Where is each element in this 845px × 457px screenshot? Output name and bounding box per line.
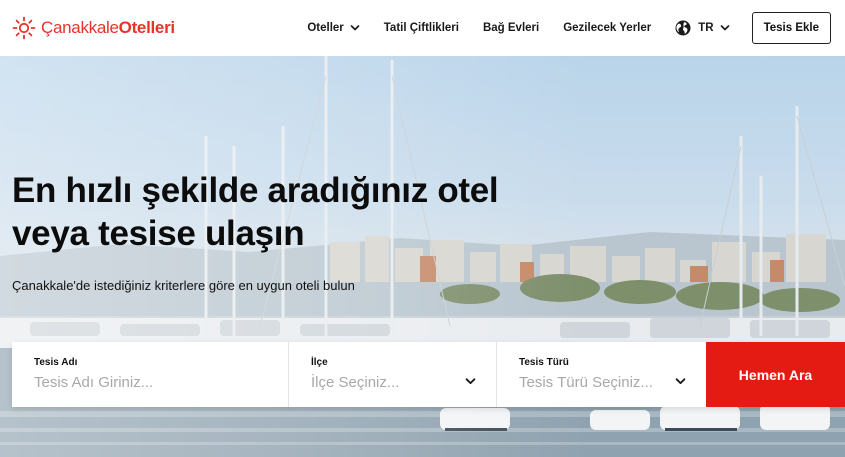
hero-headline-line2: veya tesise ulaşın xyxy=(12,214,305,253)
nav-item-label: Tatil Çiftlikleri xyxy=(383,22,459,34)
search-submit-button[interactable]: Hemen Ara xyxy=(706,342,845,407)
main-nav: Oteller Tatil Çiftlikleri Bağ Evleri Gez… xyxy=(307,12,831,44)
hero-section: En hızlı şekilde aradığınız otel veya te… xyxy=(0,56,845,457)
chevron-down-icon xyxy=(465,378,476,385)
nav-item-label: Oteller xyxy=(307,22,344,34)
language-selector[interactable]: TR xyxy=(675,20,729,36)
sun-icon xyxy=(12,16,36,40)
chevron-down-icon xyxy=(720,25,729,31)
brand-name-part2: Otelleri xyxy=(118,18,175,37)
property-name-label: Tesis Adı xyxy=(34,357,78,368)
language-label: TR xyxy=(698,22,714,34)
brand-logo[interactable]: Çanakkale Otelleri xyxy=(12,16,175,40)
property-name-field[interactable]: Tesis Adı xyxy=(12,342,289,407)
nav-item-label: Bağ Evleri xyxy=(482,22,540,34)
nav-item-tatil-ciftlikleri[interactable]: Tatil Çiftlikleri xyxy=(384,22,459,34)
district-label: İlçe xyxy=(311,357,328,368)
page: Çanakkale Otelleri Oteller Tatil Çiftlik… xyxy=(0,0,845,457)
nav-item-bag-evleri[interactable]: Bağ Evleri xyxy=(483,22,539,34)
hero-headline-line1: En hızlı şekilde aradığınız otel xyxy=(12,171,499,210)
chevron-down-icon xyxy=(675,378,686,385)
chevron-down-icon xyxy=(350,25,360,31)
site-header: Çanakkale Otelleri Oteller Tatil Çiftlik… xyxy=(0,0,845,56)
nav-item-oteller[interactable]: Oteller xyxy=(307,22,360,34)
property-type-select[interactable]: Tesis Türü Tesis Türü Seçiniz... xyxy=(497,342,706,407)
property-name-input[interactable] xyxy=(34,374,254,391)
brand-name-part1: Çanakkale xyxy=(41,18,119,37)
nav-item-label: Gezilecek Yerler xyxy=(563,22,652,34)
add-property-button[interactable]: Tesis Ekle xyxy=(751,12,831,44)
hero-headline: En hızlı şekilde aradığınız otel veya te… xyxy=(12,169,499,255)
hero-subheadline: Çanakkale'de istediğiniz kriterlere göre… xyxy=(12,278,355,293)
property-type-label: Tesis Türü xyxy=(519,357,569,368)
globe-icon xyxy=(675,20,691,36)
search-bar: Tesis Adı İlçe İlçe Seçiniz... Tesis Tür… xyxy=(12,342,845,407)
district-select[interactable]: İlçe İlçe Seçiniz... xyxy=(289,342,497,407)
nav-item-gezilecek-yerler[interactable]: Gezilecek Yerler xyxy=(563,22,651,34)
